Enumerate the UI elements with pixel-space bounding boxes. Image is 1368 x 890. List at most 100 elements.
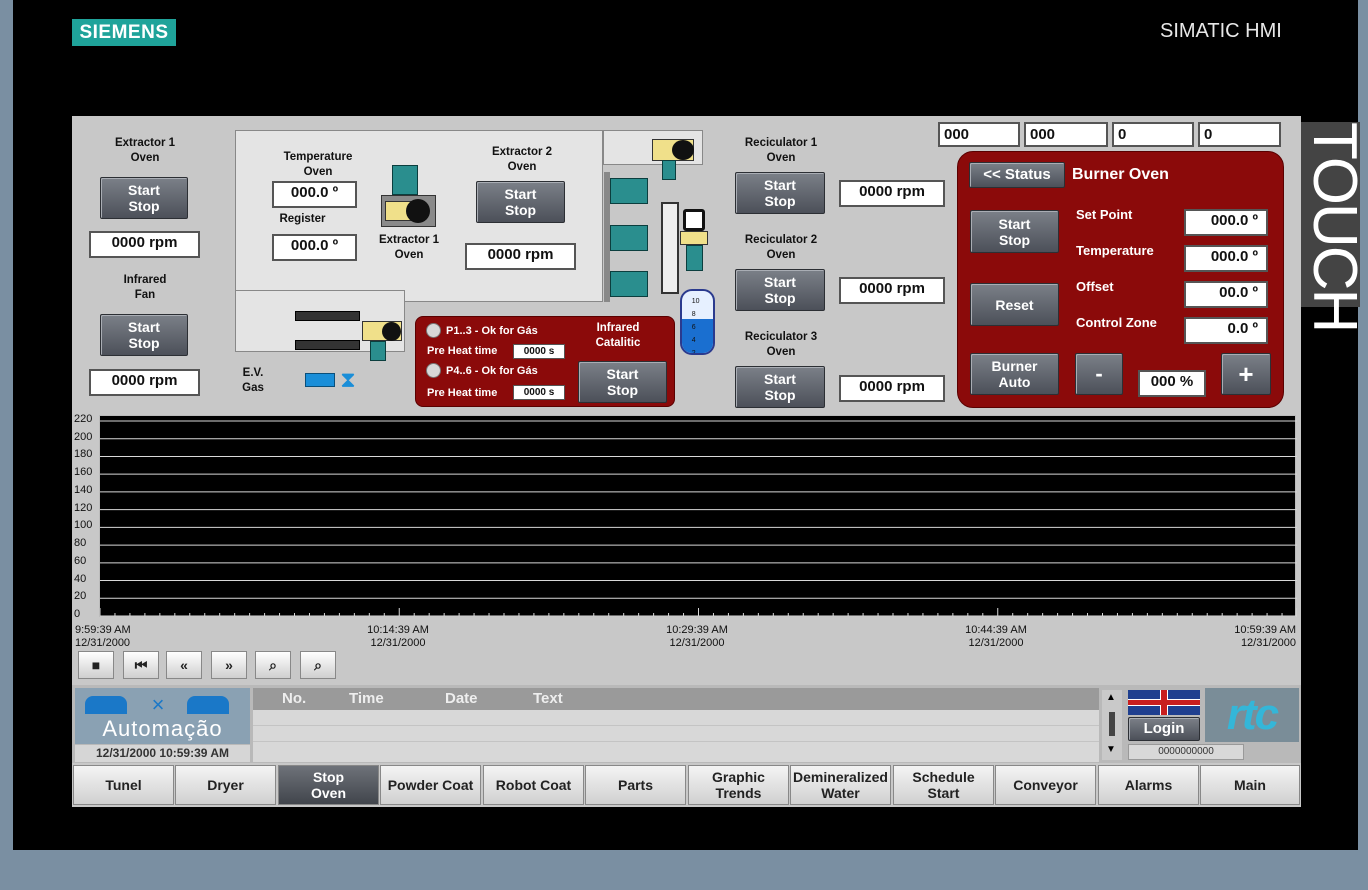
simatic-hmi-label: SIMATIC HMI [1160,20,1282,42]
x-tick-label: 10:29:39 AM 12/31/2000 [642,624,752,650]
nav-tunel-button[interactable]: Tunel [73,765,174,805]
gas-valve-icon[interactable]: ⧗ [338,367,358,393]
gauge-tick: 8 [691,311,696,319]
reciculator1-rpm: 0000 rpm [839,180,945,207]
alarm-col-no: No. [282,690,307,707]
register-value: 000.0 º [272,234,357,261]
scroll-down-icon[interactable]: ▼ [1106,744,1116,755]
x-tick-date: 12/31/2000 [1240,637,1296,649]
reciculator2-start-stop-button[interactable]: Start Stop [735,269,825,311]
y-tick-label: 160 [74,466,93,479]
y-tick-label: 60 [74,554,87,567]
x-tick-label: 10:59:39 AM 12/31/2000 [1186,624,1296,650]
top-field-1[interactable]: 000 [938,122,1020,147]
p46-label: P4..6 - Ok for Gás [446,365,538,377]
alarm-row[interactable] [253,727,1099,742]
p46-status-indicator [426,363,441,378]
top-field-3[interactable]: 0 [1112,122,1194,147]
uk-flag-icon[interactable] [1128,690,1200,715]
reciculator3-rpm: 0000 rpm [839,375,945,402]
zoom-in-icon[interactable]: ⌕ [255,651,291,679]
burner-chamber [661,202,679,294]
reciculator1-title: Reciculator 1 Oven [744,137,818,164]
x-tick-time: 10:44:39 AM [965,624,1027,636]
gas-valve-actuator [305,373,335,387]
gauge-scale: 10 8 6 4 2 [684,293,700,353]
infrared-catalitic-start-stop-button[interactable]: Start Stop [578,361,667,403]
reciculator3-start-stop-button[interactable]: Start Stop [735,366,825,408]
alarm-row[interactable] [253,743,1099,758]
nav-demineralized-water-button[interactable]: Demineralized Water [790,765,891,805]
register-label: Register [279,213,326,225]
gauge-tick: 10 [691,298,700,306]
extractor2-start-stop-button[interactable]: Start Stop [476,181,565,223]
burner-plus-button[interactable]: + [1221,353,1271,395]
top-field-4[interactable]: 0 [1198,122,1281,147]
burner-minus-button[interactable]: - [1075,353,1123,395]
burner-oven-title: Burner Oven [1072,166,1169,183]
reciculator3-title: Reciculator 3 Oven [744,331,818,358]
burner-auto-button[interactable]: Burner Auto [970,353,1059,395]
reciculator2-rpm: 0000 rpm [839,277,945,304]
nav-robot-coat-button[interactable]: Robot Coat [483,765,584,805]
temperature-value: 000.0 º [272,181,357,208]
nav-conveyor-button[interactable]: Conveyor [995,765,1096,805]
forward-icon[interactable]: » [211,651,247,679]
burner-start-stop-button[interactable]: Start Stop [970,210,1059,253]
infrared-fan-rpm: 0000 rpm [89,369,200,396]
touch-label: TOUCH [1300,122,1368,332]
nav-graphic-trends-button[interactable]: Graphic Trends [688,765,789,805]
x-tick-time: 10:29:39 AM [666,624,728,636]
login-button[interactable]: Login [1128,717,1200,741]
nav-alarms-button[interactable]: Alarms [1098,765,1199,805]
top-field-2[interactable]: 000 [1024,122,1108,147]
stop-icon[interactable]: ■ [78,651,114,679]
x-tick-label: 10:14:39 AM 12/31/2000 [343,624,453,650]
trend-plot-area[interactable] [99,415,1298,617]
reciculator1-motor-icon [610,178,648,204]
extractor1-start-stop-button[interactable]: Start Stop [100,177,188,219]
p13-label: P1..3 - Ok for Gás [446,325,538,337]
extractor1-rpm: 0000 rpm [89,231,200,258]
rewind-icon[interactable]: « [166,651,202,679]
alarm-col-time: Time [349,690,384,707]
y-tick-label: 140 [74,483,93,496]
gauge-tick: 4 [691,336,696,344]
alarm-scrollbar[interactable]: ▲ ▼ [1102,690,1122,760]
nav-main-button[interactable]: Main [1200,765,1300,805]
temperature-label: Temperature [1076,243,1154,258]
x-tick-time: 10:59:39 AM [1234,624,1296,636]
scroll-thumb[interactable] [1109,712,1115,736]
first-icon[interactable]: ⏮ [123,651,159,679]
nav-stop-oven-button[interactable]: Stop Oven [278,765,379,805]
trend-plot-svg [99,420,1298,617]
logo-n-shape-2 [187,696,229,714]
burner-body [680,231,708,245]
control-zone-value[interactable]: 0.0 º [1184,317,1268,344]
burner-reset-button[interactable]: Reset [970,283,1059,326]
y-tick-label: 80 [74,537,87,550]
zoom-out-icon[interactable]: ⌕ [300,651,336,679]
user-counter: 0000000000 [1128,744,1244,760]
x-tick-time: 9:59:39 AM [75,624,131,636]
ev-gas-label: E.V. Gas [242,367,264,394]
setpoint-label: Set Point [1076,207,1133,222]
status-button[interactable]: << Status [969,162,1065,188]
infrared-fan-start-stop-button[interactable]: Start Stop [100,314,188,356]
preheat-time-1: 0000 s [513,344,565,359]
scroll-up-icon[interactable]: ▲ [1106,692,1116,703]
extractor1-motor-icon [392,165,418,195]
reciculator1-start-stop-button[interactable]: Start Stop [735,172,825,214]
offset-value[interactable]: 00.0 º [1184,281,1268,308]
alarm-row[interactable] [253,711,1099,726]
y-tick-label: 200 [74,430,93,443]
fan-wheel-icon [382,322,401,341]
nav-powder-coat-button[interactable]: Powder Coat [380,765,481,805]
setpoint-value[interactable]: 000.0 º [1184,209,1268,236]
extractor1-title: Extractor 1 Oven [114,137,176,164]
nav-dryer-button[interactable]: Dryer [175,765,276,805]
extractor2-rpm: 0000 rpm [465,243,576,270]
nav-parts-button[interactable]: Parts [585,765,686,805]
temperature-title: Temperature Oven [283,151,353,178]
nav-schedule-start-button[interactable]: Schedule Start [893,765,994,805]
